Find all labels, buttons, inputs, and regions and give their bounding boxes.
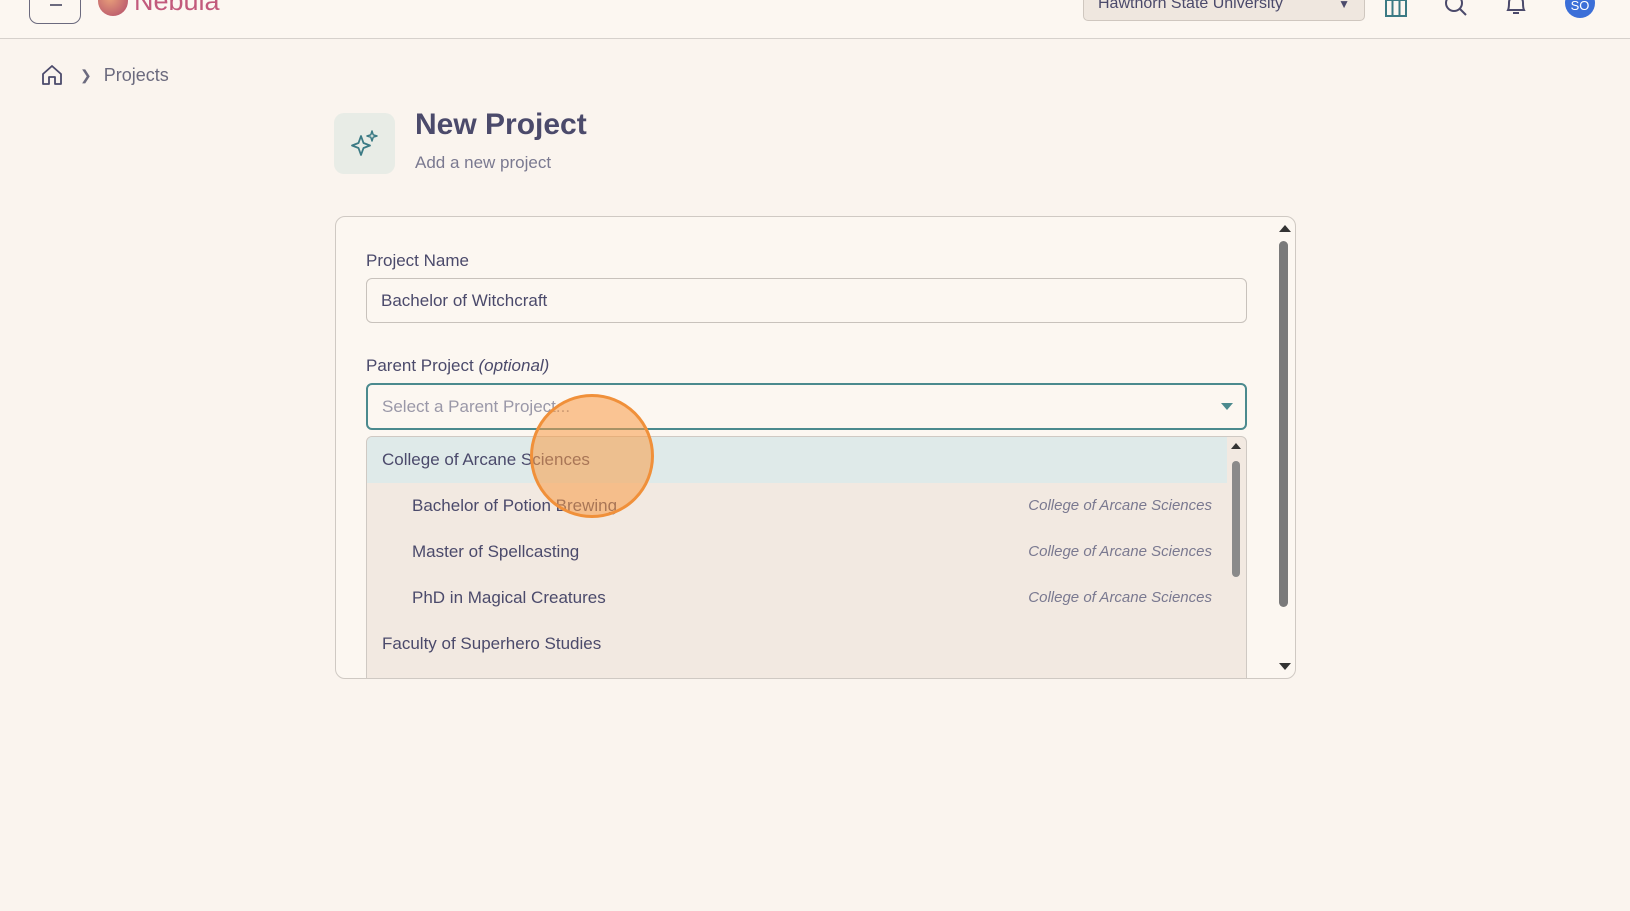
option-parent: College of Arcane Sciences: [1028, 497, 1212, 514]
dropdown-option[interactable]: Master of Spellcasting College of Arcane…: [367, 529, 1227, 575]
dropdown-scroll-up-arrow[interactable]: [1231, 443, 1241, 449]
caret-down-icon: [1221, 403, 1233, 410]
menu-icon: [50, 4, 62, 6]
home-icon[interactable]: [40, 63, 64, 87]
click-indicator: [530, 394, 654, 518]
project-name-label: Project Name: [366, 251, 469, 270]
form-scroll-up-arrow[interactable]: [1279, 225, 1291, 232]
page-title: New Project: [415, 108, 587, 141]
option-label: Faculty of Superhero Studies: [382, 634, 602, 653]
dropdown-option[interactable]: College of Arcane Sciences: [367, 437, 1227, 483]
nebula-logo-icon: [98, 0, 128, 16]
option-parent: College of Arcane Sciences: [1028, 589, 1212, 606]
option-label: Master of Spellcasting: [412, 542, 580, 561]
search-icon[interactable]: [1443, 0, 1469, 20]
project-name-input[interactable]: Bachelor of Witchcraft: [366, 278, 1247, 323]
new-project-form: Project Name Bachelor of Witchcraft Pare…: [335, 216, 1296, 679]
parent-project-placeholder: Select a Parent Project...: [382, 397, 571, 416]
sparkle-icon-tile: [334, 113, 395, 174]
dropdown-option[interactable]: Faculty of Superhero Studies: [367, 621, 1227, 667]
parent-project-dropdown: College of Arcane Sciences Bachelor of P…: [366, 436, 1247, 678]
option-label: PhD in Magical Creatures: [412, 588, 606, 607]
parent-project-label: Parent Project (optional): [366, 356, 549, 376]
optional-tag: (optional): [478, 356, 550, 375]
organization-select-value: Hawthorn State University: [1098, 0, 1283, 12]
page-subtitle: Add a new project: [415, 153, 552, 172]
menu-button[interactable]: [29, 0, 81, 24]
parent-project-select[interactable]: Select a Parent Project...: [366, 383, 1247, 430]
form-scroll-down-arrow[interactable]: [1279, 663, 1291, 670]
dropdown-option[interactable]: PhD in Magical Creatures College of Arca…: [367, 575, 1227, 621]
chevron-down-icon: ▼: [1338, 0, 1350, 11]
organization-select[interactable]: Hawthorn State University ▼: [1083, 0, 1365, 21]
brand-name: Nebula: [134, 0, 220, 16]
sparkle-icon: [350, 129, 378, 156]
breadcrumb-projects[interactable]: Projects: [104, 65, 169, 86]
breadcrumb: ❯ Projects: [40, 63, 169, 87]
library-icon[interactable]: [1383, 0, 1409, 20]
dropdown-scrollbar[interactable]: [1232, 461, 1240, 577]
dropdown-option[interactable]: Bachelor of Potion Brewing College of Ar…: [367, 483, 1227, 529]
parent-project-label-text: Parent Project: [366, 356, 474, 375]
chevron-right-icon: ❯: [80, 66, 92, 83]
bell-icon[interactable]: [1503, 0, 1529, 20]
form-scrollbar[interactable]: [1279, 241, 1288, 607]
brand-logo[interactable]: Nebula: [98, 0, 220, 16]
user-avatar[interactable]: SO: [1565, 0, 1595, 18]
top-bar: Nebula Hawthorn State University ▼ SO: [0, 0, 1630, 39]
option-parent: College of Arcane Sciences: [1028, 543, 1212, 560]
